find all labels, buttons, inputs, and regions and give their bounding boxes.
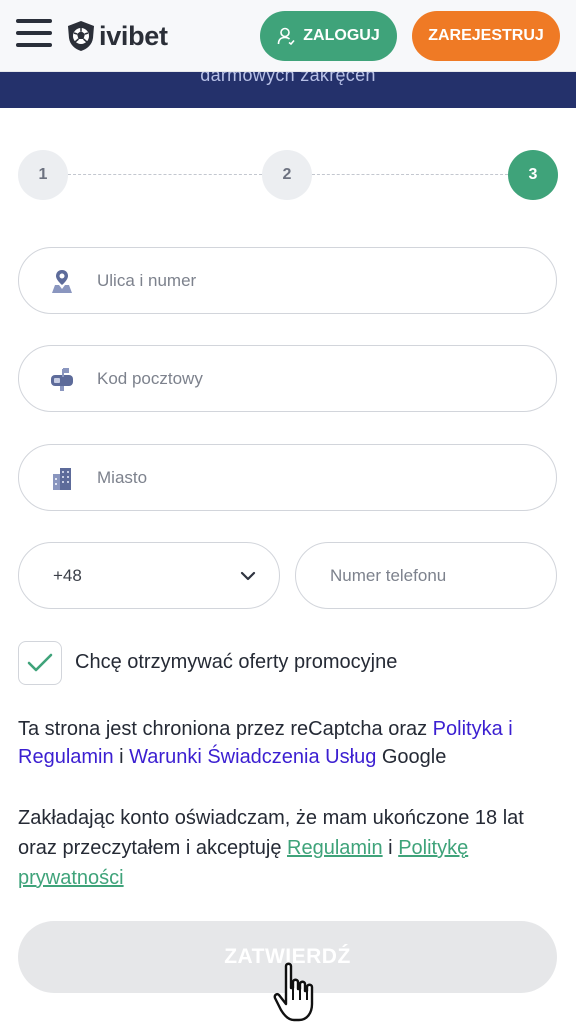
brand-name: ivibet [99,20,168,51]
banner-text: darmowych zakręceń [200,72,376,85]
recaptcha-text-before: Ta strona jest chroniona przez reCaptcha… [18,718,433,740]
top-header: ivibet ZALOGUJ ZAREJESTRUJ [0,0,576,72]
country-code-value: +48 [53,565,82,585]
terms-of-service-link[interactable]: Warunki Świadczenia Usług [129,746,376,768]
hamburger-menu-icon[interactable] [16,19,52,49]
consent-text-mid: i [382,837,399,859]
street-field[interactable] [18,247,557,314]
login-button[interactable]: ZALOGUJ [260,11,397,61]
promo-checkbox-label: Chcę otrzymywać oferty promocyjne [75,651,398,673]
mailbox-icon [51,368,73,391]
register-button[interactable]: ZAREJESTRUJ [412,11,560,61]
user-icon [277,27,295,45]
brand-logo[interactable]: ivibet [66,20,168,52]
hand-pointer-cursor-icon [273,962,314,1022]
step-connector [312,174,508,175]
map-pin-icon [52,270,72,293]
recaptcha-text-mid: i [113,746,130,768]
buildings-icon [53,468,71,490]
step-connector [68,174,262,175]
country-code-select[interactable]: +48 [18,542,280,609]
rules-link[interactable]: Regulamin [287,837,383,859]
recaptcha-text-after: Google [376,746,447,768]
register-button-label: ZAREJESTRUJ [428,27,544,44]
phone-field[interactable] [295,542,557,609]
age-consent-notice: Zakładając konto oświadczam, że mam ukoń… [18,803,563,893]
registration-steps: 1 2 3 [18,150,558,200]
promo-banner: darmowych zakręceń [0,72,576,108]
step-3-active: 3 [508,150,558,200]
step-2: 2 [262,150,312,200]
street-input[interactable] [97,248,527,313]
city-field[interactable] [18,444,557,511]
login-button-label: ZALOGUJ [303,27,380,44]
postal-code-field[interactable] [18,345,557,412]
chevron-down-icon [240,571,256,581]
checkmark-icon [27,653,53,672]
step-1: 1 [18,150,68,200]
city-input[interactable] [97,445,527,510]
phone-input[interactable] [330,543,540,608]
postal-code-input[interactable] [97,346,527,411]
recaptcha-notice: Ta strona jest chroniona przez reCaptcha… [18,715,563,771]
soccer-ball-shield-icon [68,21,94,51]
promo-checkbox[interactable] [18,641,62,685]
